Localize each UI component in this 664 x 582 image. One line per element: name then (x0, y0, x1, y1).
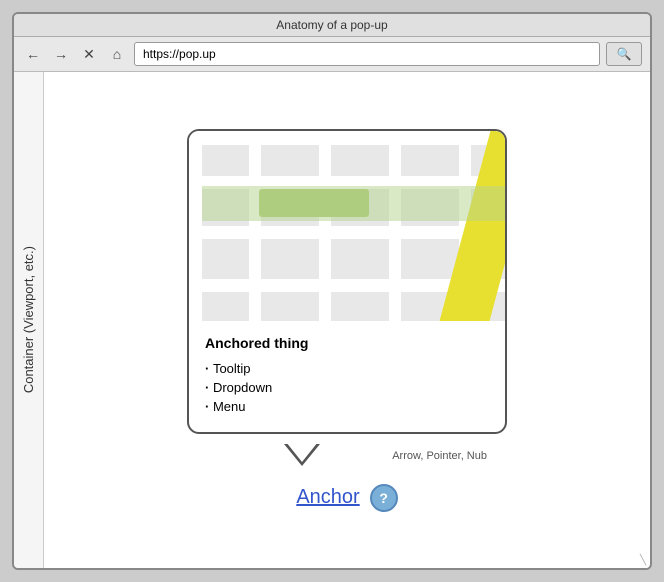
search-button[interactable]: 🔍 (606, 42, 642, 66)
back-button[interactable]: ← (22, 43, 44, 65)
page-title: Anatomy of a pop-up (276, 18, 387, 32)
popup-box: Anchored thing Tooltip Dropdown Menu (187, 129, 507, 434)
map-road (189, 131, 505, 145)
anchor-row: Anchor ? (296, 484, 397, 512)
help-button[interactable]: ? (370, 484, 398, 512)
container-label-text: Container (Viewport, etc.) (21, 246, 36, 393)
anchor-link[interactable]: Anchor (296, 486, 359, 509)
list-item-tooltip: Tooltip (205, 359, 489, 378)
arrow-area: Arrow, Pointer, Nub (187, 444, 507, 466)
map-road (189, 226, 505, 239)
main-content: Anchored thing Tooltip Dropdown Menu Arr… (44, 72, 650, 568)
popup-arrow (284, 444, 320, 466)
title-bar: Anatomy of a pop-up (14, 14, 650, 37)
close-button[interactable]: ✕ (78, 43, 100, 65)
list-item-menu: Menu (205, 397, 489, 416)
list-item-dropdown: Dropdown (205, 378, 489, 397)
browser-content: Container (Viewport, etc.) (14, 72, 650, 568)
address-input[interactable] (134, 42, 600, 66)
forward-button[interactable]: → (50, 43, 72, 65)
map-road (389, 131, 401, 321)
arrow-label: Arrow, Pointer, Nub (392, 450, 487, 462)
nav-bar: ← → ✕ ⌂ 🔍 (14, 37, 650, 72)
map-road (189, 131, 202, 321)
resize-handle: ╲ (640, 555, 646, 566)
home-button[interactable]: ⌂ (106, 43, 128, 65)
map-area (189, 131, 505, 321)
anchored-thing-title: Anchored thing (205, 335, 489, 351)
sidebar-container-label: Container (Viewport, etc.) (14, 72, 44, 568)
map-road (249, 131, 261, 321)
green-road (202, 186, 505, 221)
map-road (319, 131, 331, 321)
browser-window: Anatomy of a pop-up ← → ✕ ⌂ 🔍 Container … (12, 12, 652, 570)
anchored-list: Tooltip Dropdown Menu (205, 359, 489, 416)
popup-body: Anchored thing Tooltip Dropdown Menu (189, 321, 505, 432)
